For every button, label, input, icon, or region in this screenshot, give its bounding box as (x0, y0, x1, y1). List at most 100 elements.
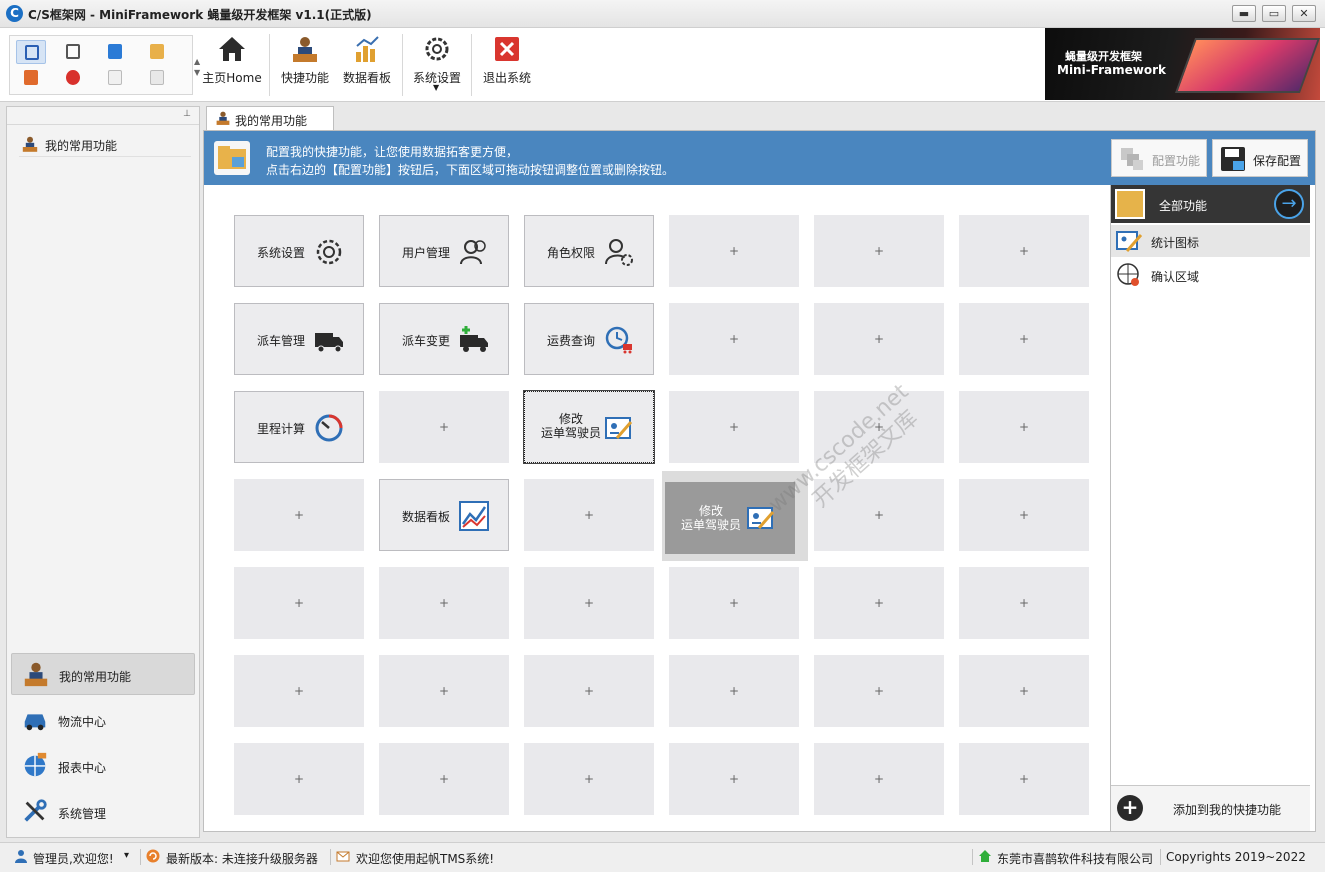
empty-slot[interactable]: + (814, 655, 944, 727)
toolbar-separator (471, 34, 472, 96)
empty-slot[interactable]: + (234, 479, 364, 551)
settings-button[interactable]: 系统设置 ▼ (407, 28, 467, 102)
dashboard-button[interactable]: 数据看板 (337, 28, 397, 102)
empty-slot[interactable]: + (959, 655, 1089, 727)
tree-item-favorites[interactable]: 我的常用功能 (19, 131, 191, 157)
quick-item-office[interactable] (100, 40, 130, 64)
pin-icon[interactable]: ⊥ (183, 109, 191, 119)
func-label: 用户管理 (402, 246, 451, 260)
arrow-right-icon[interactable]: → (1274, 189, 1304, 219)
shortcut-button[interactable]: 快捷功能 (275, 28, 335, 102)
func-role-permission[interactable]: 角色权限 (524, 215, 654, 287)
quick-item-edit-2[interactable] (58, 40, 88, 64)
empty-slot[interactable]: + (234, 743, 364, 815)
empty-slot[interactable]: + (379, 655, 509, 727)
func-mileage-calc[interactable]: 里程计算 (234, 391, 364, 463)
nav-item-favorites[interactable]: 我的常用功能 (11, 653, 195, 695)
exit-button[interactable]: 退出系统 (477, 28, 537, 102)
empty-slot[interactable]: + (959, 303, 1089, 375)
add-to-shortcuts-label: 添加到我的快捷功能 (1173, 803, 1282, 817)
quick-item-doc-2[interactable] (142, 66, 172, 90)
empty-slot[interactable]: + (524, 567, 654, 639)
home-button[interactable]: 主页Home (199, 28, 265, 102)
func-user-management[interactable]: 用户管理 (379, 215, 509, 287)
close-button[interactable]: ✕ (1292, 5, 1316, 22)
add-slot-icon: + (293, 772, 305, 786)
func-system-settings[interactable]: 系统设置 (234, 215, 364, 287)
func-dispatch-management[interactable]: 派车管理 (234, 303, 364, 375)
config-button-label: 配置功能 (1152, 154, 1201, 168)
gear-icon (425, 37, 449, 61)
empty-slot[interactable]: + (959, 743, 1089, 815)
nav-item-logistics[interactable]: 物流中心 (11, 699, 195, 741)
empty-slot[interactable]: + (959, 215, 1089, 287)
empty-slot[interactable]: + (234, 655, 364, 727)
empty-slot[interactable]: + (524, 743, 654, 815)
quick-item-doc[interactable] (100, 66, 130, 90)
layers-icon (1121, 148, 1143, 170)
empty-slot[interactable]: + (959, 391, 1089, 463)
nav-item-reports[interactable]: 报表中心 (11, 745, 195, 787)
empty-slot[interactable]: + (524, 655, 654, 727)
function-list-label: 统计图标 (1151, 236, 1200, 250)
empty-slot[interactable]: + (814, 567, 944, 639)
func-modify-driver[interactable]: 修改 运单驾驶员 (523, 390, 655, 464)
current-user[interactable]: 管理员,欢迎您! (33, 850, 114, 867)
empty-slot[interactable]: + (959, 567, 1089, 639)
function-list-item[interactable]: 统计图标 (1111, 225, 1310, 257)
update-icon (146, 849, 160, 863)
empty-slot[interactable]: + (669, 215, 799, 287)
status-bar: 管理员,欢迎您! ▾ 最新版本: 未连接升级服务器 欢迎您使用起帆TMS系统! … (0, 842, 1325, 872)
add-slot-icon: + (873, 332, 885, 346)
nav-item-system[interactable]: 系统管理 (11, 791, 195, 833)
quick-item-office-3[interactable] (16, 66, 46, 90)
minimize-button[interactable]: ▬ (1232, 5, 1256, 22)
add-slot-icon: + (583, 684, 595, 698)
empty-slot[interactable]: + (379, 567, 509, 639)
empty-slot[interactable]: + (234, 567, 364, 639)
nav-item-label: 报表中心 (58, 761, 107, 775)
add-slot-icon: + (873, 596, 885, 610)
function-list-item[interactable]: 确认区域 (1111, 259, 1310, 291)
empty-slot[interactable]: + (669, 655, 799, 727)
status-separator (1160, 849, 1161, 865)
func-freight-query[interactable]: 运费查询 (524, 303, 654, 375)
empty-slot[interactable]: + (669, 391, 799, 463)
empty-slot[interactable]: + (669, 743, 799, 815)
maximize-button[interactable]: ▭ (1262, 5, 1286, 22)
status-separator (330, 849, 331, 865)
tab-strip: 我的常用功能 (204, 106, 1316, 130)
add-slot-icon: + (873, 244, 885, 258)
shortcut-label: 快捷功能 (280, 71, 329, 85)
person-desk-icon (216, 111, 230, 125)
home-icon (979, 850, 991, 862)
office-icon (24, 70, 38, 85)
tab-favorites[interactable]: 我的常用功能 (206, 106, 334, 130)
save-config-button[interactable]: 保存配置 (1212, 139, 1308, 177)
empty-slot[interactable]: + (669, 303, 799, 375)
empty-slot[interactable]: + (379, 391, 509, 463)
empty-slot[interactable]: + (814, 743, 944, 815)
empty-slot[interactable]: + (524, 479, 654, 551)
empty-slot[interactable]: + (669, 567, 799, 639)
tab-label: 我的常用功能 (235, 114, 308, 128)
quick-item-edit[interactable] (16, 40, 46, 64)
empty-slot[interactable]: + (814, 215, 944, 287)
func-data-dashboard[interactable]: 数据看板 (379, 479, 509, 551)
add-slot-icon: + (438, 596, 450, 610)
all-functions-header: 全部功能 → (1111, 185, 1310, 223)
config-button[interactable]: 配置功能 (1111, 139, 1207, 177)
document-icon (150, 70, 164, 85)
quick-item-office-2[interactable] (142, 40, 172, 64)
app-icon: C (6, 5, 23, 22)
quick-launch-gallery: ▲ ▼ (9, 35, 200, 95)
user-dropdown-icon[interactable]: ▾ (124, 850, 129, 861)
func-label: 里程计算 (257, 422, 306, 436)
add-slot-icon: + (873, 772, 885, 786)
add-to-shortcuts-button[interactable]: + 添加到我的快捷功能 (1111, 785, 1310, 831)
empty-slot[interactable]: + (959, 479, 1089, 551)
func-dispatch-change[interactable]: 派车变更 (379, 303, 509, 375)
empty-slot[interactable]: + (814, 303, 944, 375)
empty-slot[interactable]: + (379, 743, 509, 815)
quick-item-app[interactable] (58, 66, 88, 90)
